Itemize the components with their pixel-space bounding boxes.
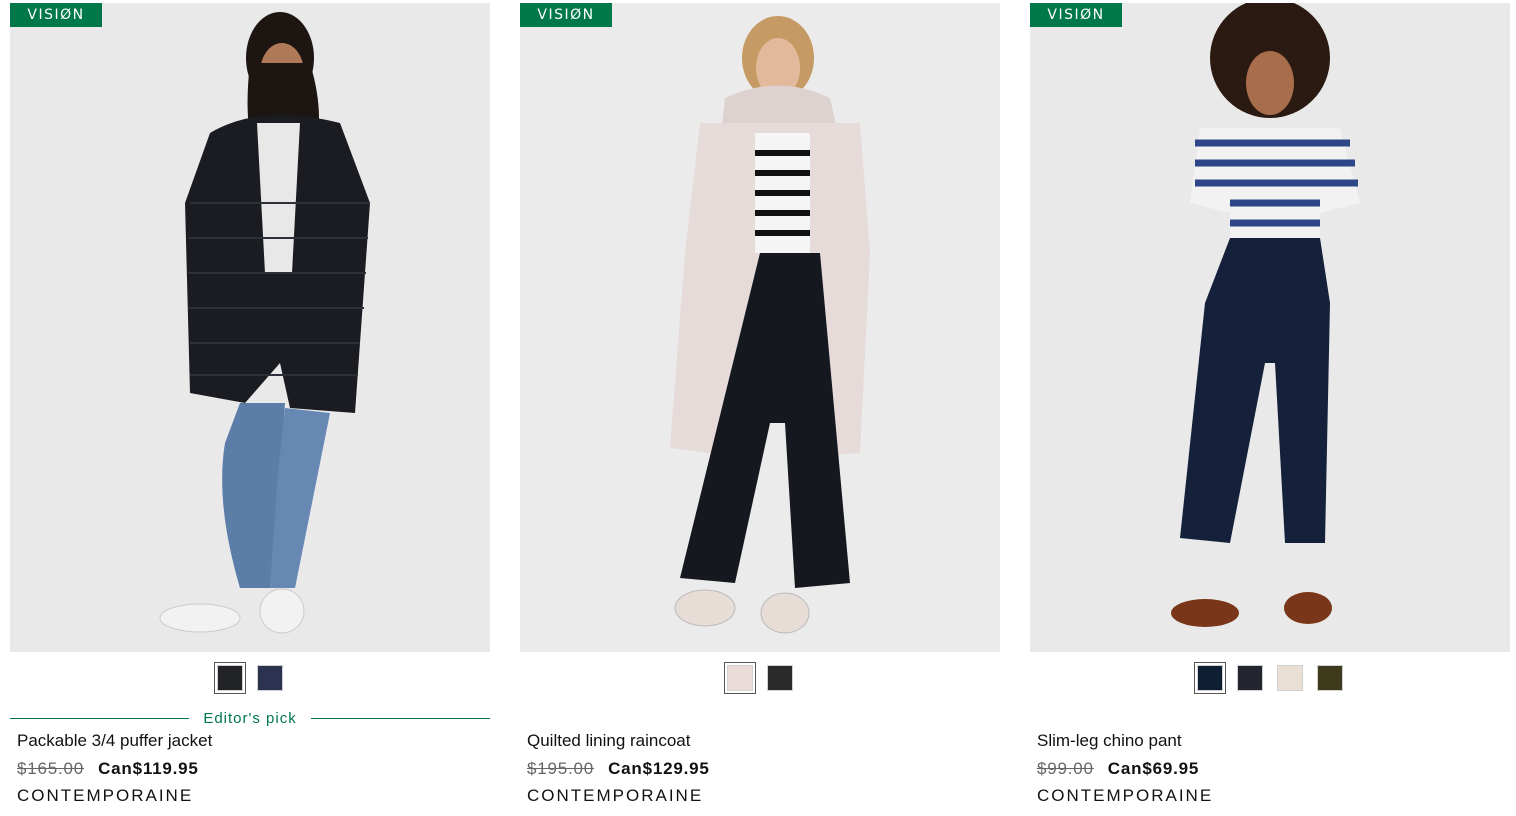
editors-pick-label: Editor's pick [203, 709, 297, 727]
vision-badge: VISIØN [1030, 3, 1122, 27]
color-swatch-light-pink[interactable] [724, 662, 756, 694]
product-card[interactable]: VISIØN [520, 3, 1000, 805]
divider-line [310, 717, 491, 719]
model-photo-raincoat [520, 3, 1000, 652]
editors-pick-divider: Editor's pick [10, 708, 491, 728]
product-brand: CONTEMPORAINE [17, 786, 194, 805]
model-photo-puffer [10, 3, 490, 652]
sale-price: Can$119.95 [98, 759, 199, 778]
product-name[interactable]: Packable 3/4 puffer jacket [17, 731, 212, 751]
vision-badge: VISIØN [520, 3, 612, 27]
color-swatch-black[interactable] [764, 662, 796, 694]
original-price: $195.00 [527, 759, 595, 778]
original-price: $99.00 [1037, 759, 1094, 778]
product-prices: $165.00 Can$119.95 [17, 759, 199, 779]
product-brand: CONTEMPORAINE [527, 786, 704, 805]
color-swatches [520, 662, 1000, 696]
product-image[interactable]: VISIØN [1030, 3, 1510, 652]
color-swatch-navy[interactable] [1194, 662, 1226, 694]
product-image[interactable]: VISIØN [520, 3, 1000, 652]
divider-line [10, 717, 190, 719]
original-price: $165.00 [17, 759, 85, 778]
vision-badge: VISIØN [10, 3, 102, 27]
model-photo-chino [1030, 3, 1510, 652]
color-swatch-beige[interactable] [1274, 662, 1306, 694]
product-brand: CONTEMPORAINE [1037, 786, 1214, 805]
product-image[interactable]: VISIØN [10, 3, 490, 652]
color-swatch-charcoal[interactable] [1234, 662, 1266, 694]
product-prices: $195.00 Can$129.95 [527, 759, 710, 779]
color-swatch-olive[interactable] [1314, 662, 1346, 694]
product-card[interactable]: VISIØN [10, 3, 491, 805]
product-prices: $99.00 Can$69.95 [1037, 759, 1199, 779]
color-swatches [10, 662, 490, 696]
sale-price: Can$69.95 [1107, 759, 1200, 778]
sale-price: Can$129.95 [608, 759, 710, 778]
product-card[interactable]: VISIØN [1030, 3, 1510, 805]
color-swatch-black[interactable] [214, 662, 246, 694]
color-swatches [1030, 662, 1510, 696]
product-grid: VISIØN Editor's pick Packable 3/4 puffer… [0, 0, 1516, 816]
product-name[interactable]: Slim-leg chino pant [1037, 731, 1182, 751]
product-name[interactable]: Quilted lining raincoat [527, 731, 690, 751]
color-swatch-navy[interactable] [254, 662, 286, 694]
